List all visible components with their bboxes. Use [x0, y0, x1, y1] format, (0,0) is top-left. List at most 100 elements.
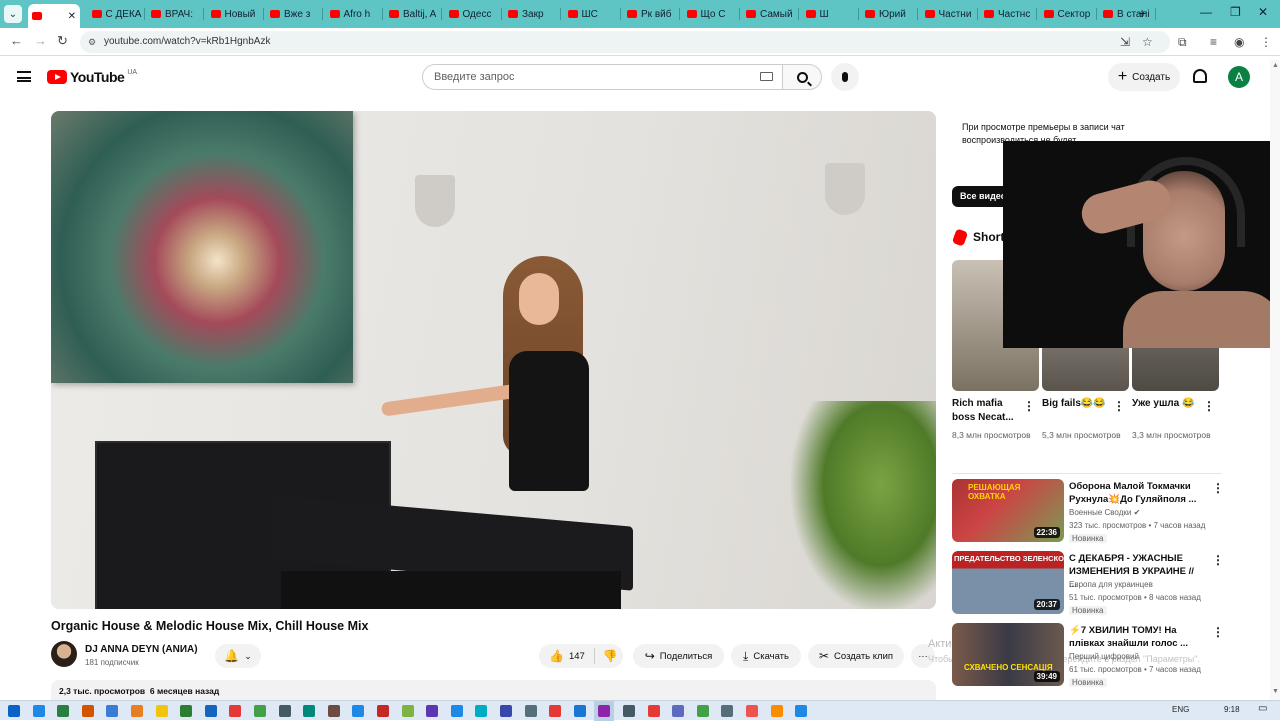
short-menu-icon[interactable]: ⋮: [1203, 399, 1215, 413]
taskbar-app-icon[interactable]: [746, 705, 758, 717]
account-avatar[interactable]: A: [1228, 66, 1250, 88]
like-count[interactable]: 147: [569, 651, 585, 662]
create-clip-button[interactable]: ✂ Создать клип: [808, 644, 904, 668]
short-menu-icon[interactable]: ⋮: [1023, 399, 1035, 413]
browser-tab[interactable]: Ш: [802, 4, 859, 24]
notification-center-icon[interactable]: ▭: [1258, 703, 1267, 714]
taskbar-app-icon[interactable]: [32, 705, 45, 717]
like-icon[interactable]: 👍: [549, 649, 564, 663]
short-title[interactable]: Big fails😂😂: [1042, 397, 1112, 411]
browser-tab[interactable]: С ДЕКА: [88, 4, 145, 24]
recommendation-channel[interactable]: Перший цифровий: [1069, 652, 1139, 661]
taskbar-app-icon[interactable]: [204, 705, 217, 717]
taskbar-app-icon[interactable]: [303, 705, 316, 717]
browser-tab[interactable]: Закр: [504, 4, 561, 24]
recommendation-item[interactable]: ПРЕДАТЕЛЬСТВО ЗЕЛЕНСКОГО 20:37 С ДЕКАБРЯ…: [952, 551, 1224, 615]
taskbar-app-icon[interactable]: [475, 705, 488, 717]
recommendation-menu-icon[interactable]: ⋮: [1212, 553, 1224, 567]
recommendation-thumbnail[interactable]: СХВАЧЕНО СЕНСАЦІЯ 39:49: [952, 623, 1064, 686]
taskbar-app-icon[interactable]: [500, 705, 512, 717]
taskbar-app-icon[interactable]: [450, 705, 463, 717]
browser-tab[interactable]: Частни: [921, 4, 978, 24]
browser-tab[interactable]: Одесс: [445, 4, 502, 24]
taskbar-app-icon[interactable]: [352, 705, 365, 717]
browser-tab[interactable]: Частнс: [980, 4, 1037, 24]
taskbar-app-icon[interactable]: [770, 705, 783, 717]
install-app-icon[interactable]: ⇲: [1120, 35, 1130, 49]
browser-tab[interactable]: Самый: [742, 4, 799, 24]
youtube-logo[interactable]: YouTube UA: [47, 69, 137, 85]
dislike-button[interactable]: 👎: [597, 644, 623, 668]
tab-search-button[interactable]: ⌄: [4, 5, 22, 23]
address-bar[interactable]: youtube.com/watch?v=kRb1HgnbAzk: [80, 31, 1170, 53]
taskbar-app-icon[interactable]: [278, 705, 291, 717]
back-icon[interactable]: ←: [10, 33, 23, 48]
taskbar-app-icon[interactable]: [106, 705, 119, 717]
profile-icon[interactable]: ◉: [1234, 35, 1244, 49]
taskbar-app-icon[interactable]: [81, 705, 94, 717]
recommendation-item[interactable]: РЕШАЮЩАЯ ОХВАТКА 22:36 Оборона Малой Ток…: [952, 479, 1224, 543]
recommendation-thumbnail[interactable]: РЕШАЮЩАЯ ОХВАТКА 22:36: [952, 479, 1064, 542]
video-player[interactable]: [51, 111, 936, 609]
recommendation-thumbnail[interactable]: ПРЕДАТЕЛЬСТВО ЗЕЛЕНСКОГО 20:37: [952, 551, 1064, 614]
taskbar-app-icon[interactable]: [721, 705, 734, 717]
taskbar-app-icon[interactable]: [254, 705, 266, 717]
bookmark-star-icon[interactable]: ☆: [1142, 35, 1153, 49]
taskbar-app-icon[interactable]: [155, 705, 168, 717]
browser-tab[interactable]: ВРАЧ:: [147, 4, 204, 24]
search-input[interactable]: Введите запрос: [422, 64, 782, 90]
voice-search-button[interactable]: [831, 63, 859, 91]
browser-tab[interactable]: Afro h: [326, 4, 383, 24]
recommendation-item[interactable]: СХВАЧЕНО СЕНСАЦІЯ 39:49 ⚡7 ХВИЛИН ТОМУ! …: [952, 623, 1224, 687]
extensions-icon[interactable]: ⧉: [1178, 35, 1187, 50]
recommendation-title[interactable]: Оборона Малой Токмачки Рухнула💥До Гуляйп…: [1069, 480, 1199, 506]
taskbar-app-icon[interactable]: [8, 705, 20, 717]
notifications-bell-icon[interactable]: [1193, 69, 1207, 83]
short-title[interactable]: Уже ушла 😂: [1132, 397, 1202, 411]
maximize-button[interactable]: ❐: [1230, 5, 1241, 19]
short-menu-icon[interactable]: ⋮: [1113, 399, 1125, 413]
channel-avatar[interactable]: [51, 641, 77, 667]
keyboard-icon[interactable]: [760, 72, 773, 81]
browser-tab[interactable]: Що С: [683, 4, 740, 24]
forward-icon[interactable]: →: [34, 33, 47, 48]
reading-list-icon[interactable]: ≡: [1210, 35, 1217, 49]
taskbar-app-icon[interactable]: [696, 705, 709, 717]
browser-tab[interactable]: Baltij, A: [385, 4, 442, 24]
browser-menu-icon[interactable]: ⋮: [1260, 35, 1272, 49]
browser-tab[interactable]: Вже з: [266, 4, 323, 24]
recommendation-menu-icon[interactable]: ⋮: [1212, 481, 1224, 495]
taskbar-app-icon[interactable]: [672, 705, 685, 717]
taskbar-app-icon[interactable]: [426, 705, 439, 717]
taskbar-app-icon[interactable]: [573, 705, 586, 717]
recommendation-channel[interactable]: Европа для украинцев: [1069, 580, 1153, 589]
taskbar-app-icon[interactable]: [524, 705, 537, 717]
browser-tab[interactable]: Сектор: [1040, 4, 1097, 24]
taskbar-app-icon[interactable]: [57, 705, 70, 717]
taskbar-app-icon[interactable]: [180, 705, 193, 717]
taskbar-app-icon[interactable]: [795, 705, 808, 717]
taskbar-app-icon[interactable]: [131, 705, 143, 717]
search-button[interactable]: [782, 64, 822, 90]
share-button[interactable]: ↪ Поделиться: [633, 644, 724, 668]
minimize-button[interactable]: —: [1200, 5, 1212, 19]
recommendation-title[interactable]: ⚡7 ХВИЛИН ТОМУ! На плівках знайшли голос…: [1069, 624, 1199, 650]
channel-name[interactable]: DJ ANNA DEYN (ANИA): [85, 644, 198, 655]
guide-menu-icon[interactable]: [17, 71, 31, 82]
recommendation-channel[interactable]: Военные Сводки ✔: [1069, 508, 1140, 517]
taskbar-app-icon[interactable]: [647, 705, 660, 717]
tab-close-icon[interactable]: ✕: [68, 11, 76, 22]
taskbar-app-icon[interactable]: [229, 705, 242, 717]
close-window-button[interactable]: ✕: [1258, 5, 1268, 19]
description-box[interactable]: 2,3 тыс. просмотров 6 месяцев назад: [51, 680, 936, 702]
recommendation-menu-icon[interactable]: ⋮: [1212, 625, 1224, 639]
scroll-up-arrow-icon[interactable]: ▲: [1272, 62, 1279, 69]
reload-icon[interactable]: ↻: [57, 33, 68, 49]
scroll-down-arrow-icon[interactable]: ▼: [1272, 688, 1279, 695]
browser-tab[interactable]: Новый: [207, 4, 264, 24]
site-info-icon[interactable]: ⚙: [88, 37, 96, 48]
taskbar-app-icon[interactable]: [401, 705, 414, 717]
subscription-bell-button[interactable]: 🔔 ⌄: [215, 644, 261, 668]
taskbar-app-icon[interactable]: [623, 705, 635, 717]
new-tab-button[interactable]: +: [1138, 5, 1146, 21]
